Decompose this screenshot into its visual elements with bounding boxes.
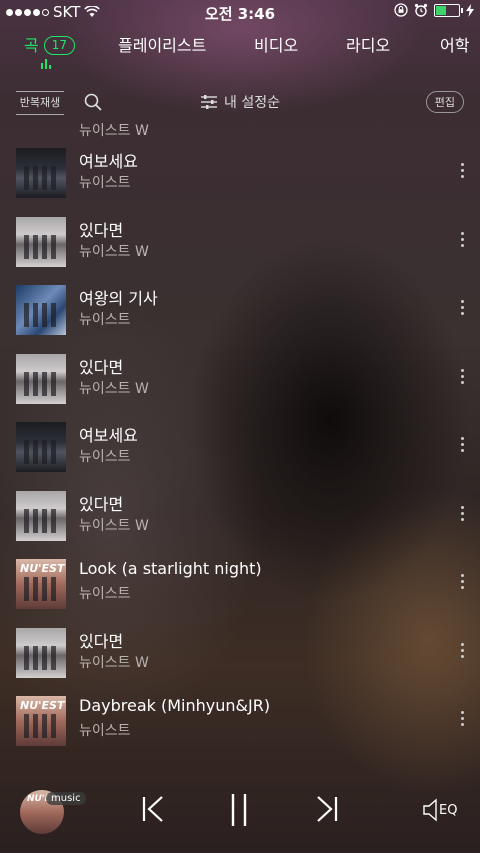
song-artist: 뉴이스트 W [79, 517, 149, 534]
song-row[interactable]: NU'EST Look (a starlight night) 뉴이스트 [0, 551, 480, 619]
sort-label: 내 설정순 [224, 95, 280, 111]
more-options-icon[interactable] [461, 642, 464, 658]
song-artist: 뉴이스트 [79, 586, 131, 602]
song-artist: 뉴이스트 [79, 449, 131, 465]
tab-playlists[interactable]: 플레이리스트 [118, 32, 206, 56]
more-options-icon[interactable] [461, 368, 464, 384]
album-art[interactable]: NU'EST [16, 559, 66, 609]
song-title: 여보세요 [79, 152, 138, 171]
next-icon[interactable] [314, 794, 340, 824]
previous-icon[interactable] [140, 794, 166, 824]
song-title: 여왕의 기사 [79, 289, 158, 308]
list-toolbar: 반복재생 내 설정순 편집 [0, 84, 480, 118]
more-options-icon[interactable] [461, 163, 464, 178]
music-source-label: music [46, 792, 86, 805]
charging-bolt-icon [466, 3, 474, 17]
song-row[interactable]: 있다면 뉴이스트 W [0, 346, 480, 414]
more-options-icon[interactable] [461, 231, 464, 247]
album-art[interactable] [16, 216, 66, 267]
now-playing-indicator-icon [41, 59, 51, 69]
album-art-logo: NU'EST [20, 562, 65, 575]
album-art[interactable] [16, 353, 66, 404]
song-row[interactable]: NU'EST Daybreak (Minhyun&JR) 뉴이스트 [0, 688, 480, 756]
more-options-icon[interactable] [461, 505, 464, 521]
sort-button[interactable]: 내 설정순 [200, 92, 280, 112]
song-title: 있다면 [79, 357, 124, 377]
song-row[interactable]: 여보세요 뉴이스트 [0, 140, 480, 208]
song-artist: 뉴이스트 W [79, 654, 149, 671]
album-art[interactable] [16, 490, 66, 541]
rotation-lock-icon [394, 3, 408, 17]
sliders-icon [201, 95, 217, 109]
category-tabs: 곡 17 플레이리스트 비디오 라디오 어학 [0, 32, 480, 72]
tab-songs[interactable]: 곡 17 [24, 32, 76, 56]
song-row[interactable]: 여왕의 기사 뉴이스트 [0, 277, 480, 345]
more-options-icon[interactable] [461, 711, 464, 726]
song-title: 있다면 [79, 220, 124, 240]
battery-icon [434, 3, 463, 17]
song-artist: 뉴이스트 W [79, 380, 149, 397]
album-art[interactable] [16, 627, 66, 678]
search-icon[interactable] [84, 93, 102, 111]
song-artist: 뉴이스트 W [79, 243, 149, 260]
more-options-icon[interactable] [461, 574, 464, 589]
tab-songs-label: 곡 [24, 36, 39, 55]
song-row[interactable]: 여보세요 뉴이스트 [0, 414, 480, 482]
tab-radio[interactable]: 라디오 [346, 32, 390, 56]
album-art[interactable] [16, 148, 66, 198]
album-art[interactable] [16, 422, 66, 472]
album-art[interactable]: NU'EST [16, 696, 66, 746]
alarm-icon [414, 3, 428, 17]
song-row[interactable]: 있다면 뉴이스트 W [0, 209, 480, 277]
song-title: Daybreak (Minhyun&JR) [79, 696, 271, 715]
song-row[interactable]: 있다면 뉴이스트 W [0, 483, 480, 551]
song-artist: 뉴이스트 [79, 723, 131, 739]
song-title: 있다면 [79, 494, 124, 514]
song-row[interactable]: 있다면 뉴이스트 W [0, 620, 480, 688]
song-count-badge: 17 [43, 36, 76, 55]
edit-button[interactable]: 편집 [425, 91, 464, 113]
pause-icon[interactable] [226, 792, 252, 828]
eq-label: EQ [439, 802, 458, 818]
more-options-icon[interactable] [461, 437, 464, 452]
tab-videos[interactable]: 비디오 [254, 32, 298, 56]
tab-language[interactable]: 어학 [440, 32, 469, 56]
speaker-icon [423, 798, 437, 822]
song-list: 뉴이스트 W 여보세요 뉴이스트 있다면 뉴이스트 W 여왕의 기사 뉴이스트 … [0, 118, 480, 770]
repeat-button[interactable]: 반복재생 [16, 91, 64, 115]
status-bar: SKT 오전 3:46 [0, 0, 480, 24]
partial-artist-label: 뉴이스트 W [79, 123, 149, 139]
mini-player: NU'EST music EQ [0, 770, 480, 853]
album-art-logo: NU'EST [20, 699, 65, 712]
eq-button[interactable]: EQ [422, 798, 457, 822]
song-title: Look (a starlight night) [79, 559, 262, 578]
song-artist: 뉴이스트 [79, 175, 131, 191]
more-options-icon[interactable] [461, 300, 464, 315]
song-artist: 뉴이스트 [79, 312, 131, 328]
album-art[interactable] [16, 285, 66, 335]
song-title: 여보세요 [79, 426, 138, 445]
song-title: 있다면 [79, 631, 124, 651]
